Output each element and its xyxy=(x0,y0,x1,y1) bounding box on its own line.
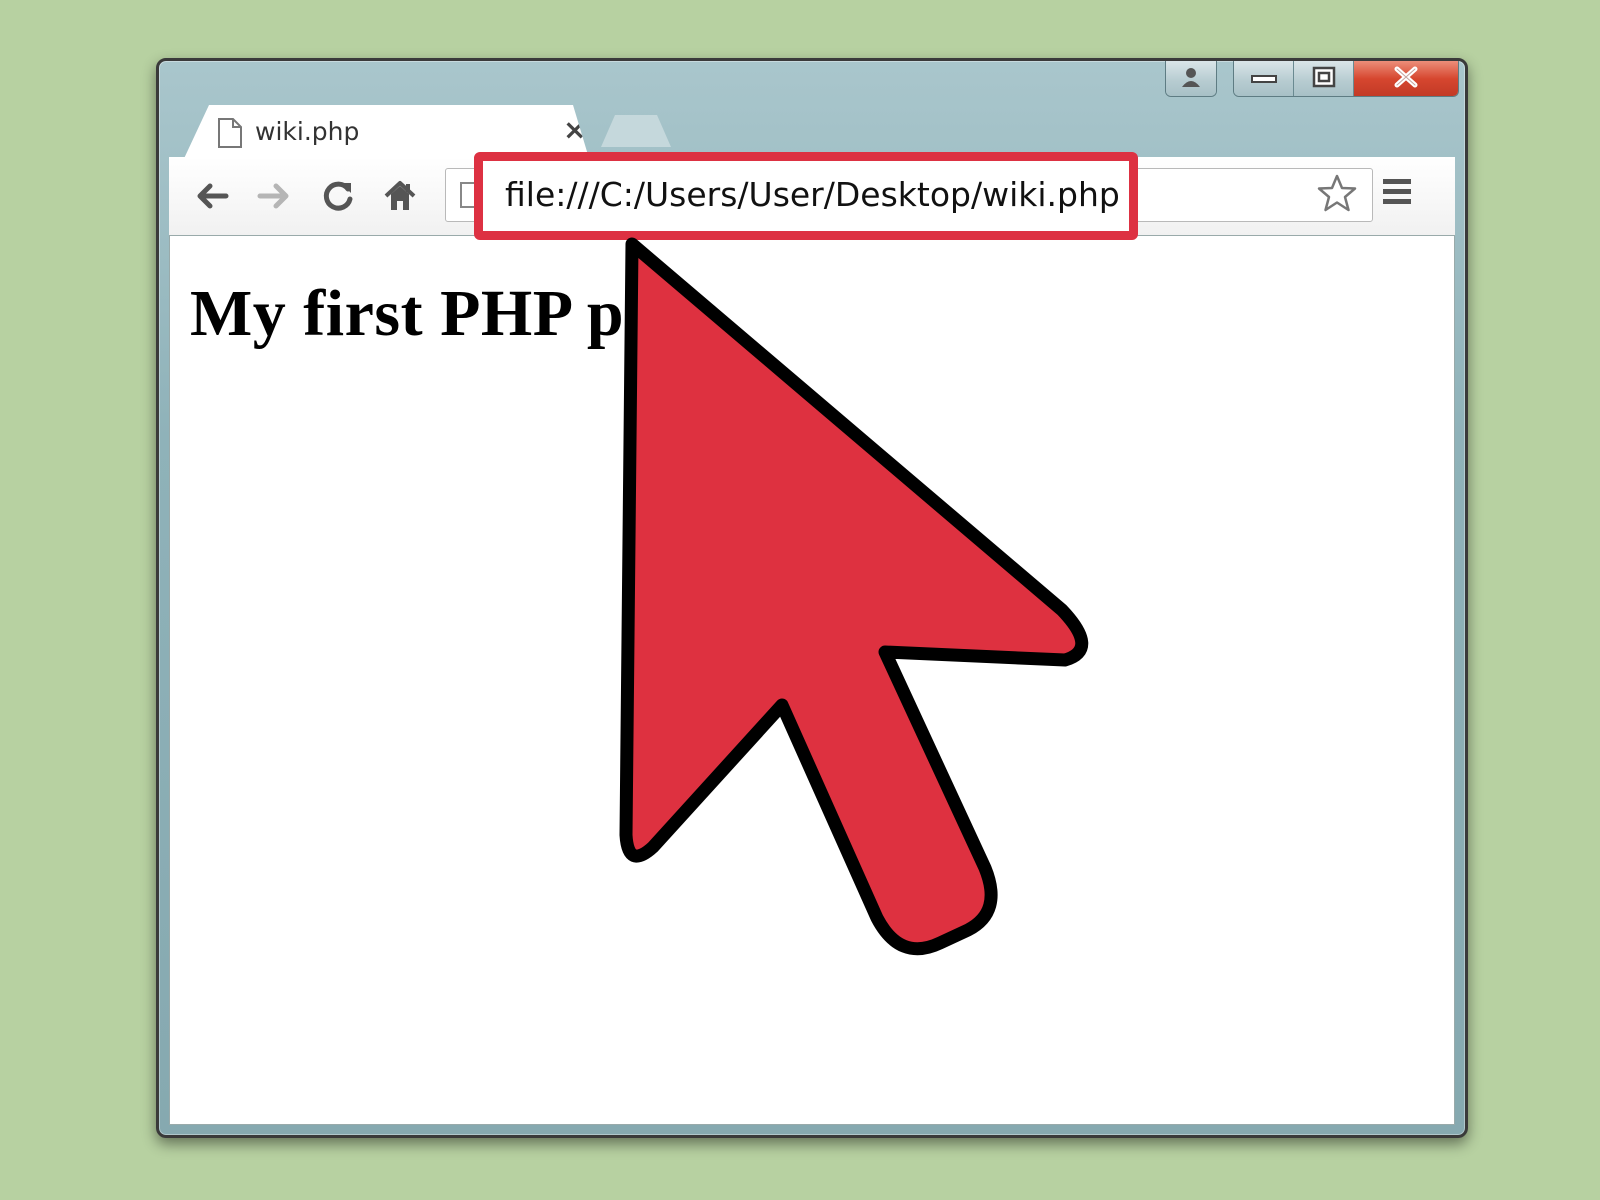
cursor-arrow-icon xyxy=(619,237,1089,956)
